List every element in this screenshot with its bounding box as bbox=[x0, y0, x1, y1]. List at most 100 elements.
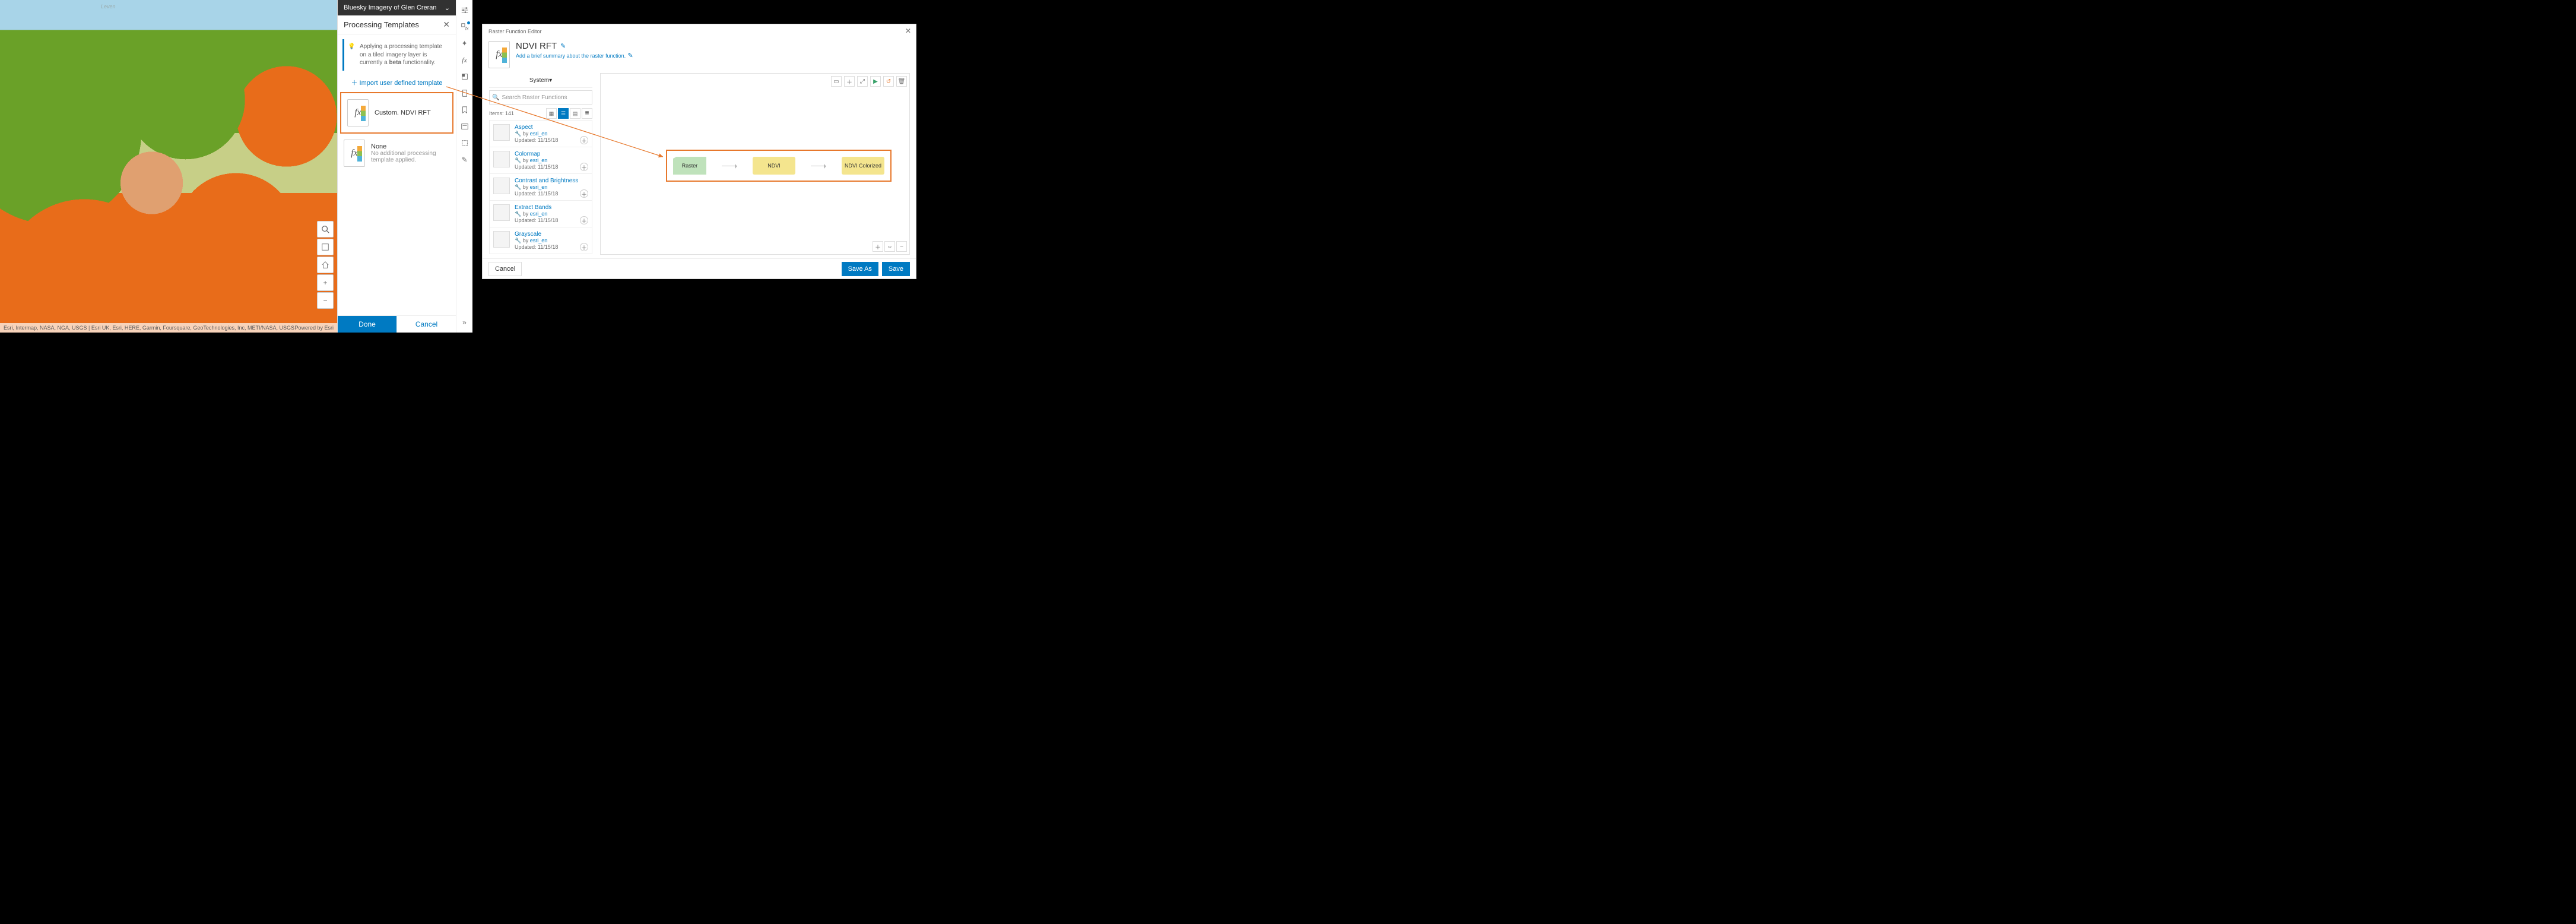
raster-function-editor-window: Raster Function Editor ✕ fx NDVI RFT ✎ A… bbox=[482, 24, 916, 279]
function-card[interactable]: Aspect🔧 by esri_enUpdated: 11/15/18 ＋ bbox=[490, 121, 592, 147]
function-card[interactable]: Grayscale🔧 by esri_enUpdated: 11/15/18＋ bbox=[490, 227, 592, 254]
function-updated: Updated: 11/15/18 bbox=[515, 217, 558, 223]
properties-icon[interactable] bbox=[458, 4, 471, 17]
done-button[interactable]: Done bbox=[338, 316, 396, 333]
editor-subtitle[interactable]: Add a brief summary about the raster fun… bbox=[516, 53, 626, 59]
template-card-custom-ndvi[interactable]: fx Custom. NDVI RFT bbox=[340, 92, 453, 134]
collapse-rail-icon[interactable]: » bbox=[458, 316, 471, 329]
node-ndvi[interactable]: NDVI bbox=[753, 157, 795, 175]
auto-layout-icon[interactable]: ▭ bbox=[831, 76, 842, 87]
add-function-icon[interactable]: ＋ bbox=[580, 243, 588, 251]
bookmark-icon[interactable] bbox=[458, 103, 471, 116]
fx-icon[interactable]: fx bbox=[458, 53, 471, 67]
function-updated: Updated: 11/15/18 bbox=[515, 191, 578, 197]
save-button[interactable]: Save bbox=[882, 262, 910, 276]
sparkle-icon[interactable]: ✦ bbox=[458, 37, 471, 50]
map-viewer-pane: Leven + − Esri, Intermap, NASA, NGA, USG… bbox=[0, 0, 472, 333]
add-node-icon[interactable]: ＋ bbox=[844, 76, 855, 87]
fit-icon[interactable]: ⤢ bbox=[857, 76, 868, 87]
map-basemap-button[interactable] bbox=[317, 239, 334, 255]
map-attribution: Esri, Intermap, NASA, NGA, USGS | Esri U… bbox=[4, 325, 294, 331]
function-card[interactable]: Extract Bands🔧 by esri_enUpdated: 11/15/… bbox=[490, 201, 592, 227]
function-author: 🔧 by esri_en bbox=[515, 238, 558, 244]
function-chain-canvas[interactable]: ▭ ＋ ⤢ ▶ ↺ 🗑 Raster NDVI NDVI Colorized bbox=[600, 73, 910, 255]
function-list-panel: System ▾ 🔍 Search Raster Functions Items… bbox=[488, 73, 593, 255]
map-powered-by: Powered by Esri bbox=[294, 325, 334, 331]
fx-template-icon: fx bbox=[488, 41, 510, 68]
template-label: Custom. NDVI RFT bbox=[375, 109, 431, 116]
function-thumb bbox=[493, 231, 510, 248]
function-thumb bbox=[493, 124, 510, 141]
function-updated: Updated: 11/15/18 bbox=[515, 164, 558, 170]
right-tool-rail: fx ✦ fx ✎ » bbox=[456, 0, 472, 333]
search-input[interactable]: 🔍 Search Raster Functions bbox=[489, 90, 592, 105]
function-name: Aspect bbox=[515, 124, 558, 131]
function-list[interactable]: Aspect🔧 by esri_enUpdated: 11/15/18＋Colo… bbox=[489, 120, 592, 254]
view-grid-icon[interactable]: ▤ bbox=[570, 108, 580, 119]
canvas-pan-icon[interactable]: ⇔ bbox=[884, 241, 895, 252]
function-name: Grayscale bbox=[515, 231, 558, 238]
delete-icon[interactable]: 🗑 bbox=[896, 76, 907, 87]
function-thumb bbox=[493, 178, 510, 194]
effects-icon[interactable] bbox=[458, 87, 471, 100]
layer-title: Bluesky Imagery of Glen Creran bbox=[344, 4, 437, 11]
function-name: Extract Bands bbox=[515, 204, 558, 211]
function-card[interactable]: Contrast and Brightness🔧 by esri_enUpdat… bbox=[490, 174, 592, 201]
function-name: Contrast and Brightness bbox=[515, 178, 578, 184]
map-place-label: Leven bbox=[101, 4, 116, 10]
node-raster[interactable]: Raster bbox=[673, 157, 706, 175]
fx-template-icon: fx bbox=[347, 99, 369, 126]
close-icon[interactable]: ✕ bbox=[905, 27, 911, 35]
item-count: Items: 141 bbox=[489, 110, 514, 116]
import-template-link[interactable]: ＋ Import user defined template bbox=[338, 75, 456, 92]
fx-template-icon: fx bbox=[344, 140, 365, 167]
function-updated: Updated: 11/15/18 bbox=[515, 137, 558, 143]
edit-title-icon[interactable]: ✎ bbox=[560, 42, 566, 50]
canvas-zoom-out-icon[interactable]: − bbox=[896, 241, 907, 252]
editor-title: NDVI RFT bbox=[516, 41, 557, 51]
caret-down-icon: ▾ bbox=[549, 77, 552, 84]
filter-fx-icon[interactable]: fx bbox=[458, 20, 471, 33]
validate-icon[interactable]: ▶ bbox=[870, 76, 881, 87]
add-function-icon[interactable]: ＋ bbox=[580, 189, 588, 198]
text-icon[interactable] bbox=[458, 120, 471, 133]
function-card[interactable]: Colormap🔧 by esri_enUpdated: 11/15/18＋ bbox=[490, 147, 592, 174]
canvas-zoom-in-icon[interactable]: ＋ bbox=[873, 241, 883, 252]
view-compact-icon[interactable]: ≣ bbox=[582, 108, 592, 119]
template-sublabel: No additional processing template applie… bbox=[371, 150, 442, 163]
plus-icon: ＋ bbox=[351, 80, 357, 87]
template-card-none[interactable]: fx None No additional processing templat… bbox=[338, 134, 456, 173]
layer-header[interactable]: Bluesky Imagery of Glen Creran ⌄ bbox=[338, 0, 456, 15]
close-icon[interactable]: ✕ bbox=[443, 20, 450, 30]
map-zoom-in-button[interactable]: + bbox=[317, 274, 334, 291]
reset-icon[interactable]: ↺ bbox=[883, 76, 894, 87]
chevron-down-icon: ⌄ bbox=[445, 4, 450, 12]
editor-backdrop: Raster Function Editor ✕ fx NDVI RFT ✎ A… bbox=[472, 0, 926, 333]
category-dropdown[interactable]: System ▾ bbox=[489, 74, 592, 88]
svg-text:fx: fx bbox=[465, 27, 468, 31]
add-function-icon[interactable]: ＋ bbox=[580, 163, 588, 171]
node-ndvi-colorized[interactable]: NDVI Colorized bbox=[842, 157, 884, 175]
template-label: None bbox=[371, 143, 442, 150]
map-canvas[interactable]: Leven + − Esri, Intermap, NASA, NGA, USG… bbox=[0, 0, 337, 333]
panel-title: Processing Templates bbox=[344, 20, 419, 29]
map-home-button[interactable] bbox=[317, 257, 334, 273]
function-author: 🔧 by esri_en bbox=[515, 131, 558, 137]
pencil-icon[interactable]: ✎ bbox=[458, 153, 471, 166]
map-zoom-out-button[interactable]: − bbox=[317, 292, 334, 309]
map-search-button[interactable] bbox=[317, 221, 334, 238]
editor-window-label: Raster Function Editor bbox=[488, 29, 542, 34]
view-card-icon[interactable]: ▦ bbox=[546, 108, 557, 119]
swatch-icon[interactable] bbox=[458, 70, 471, 83]
add-function-icon[interactable]: ＋ bbox=[580, 136, 588, 144]
lightbulb-icon: 💡 bbox=[348, 43, 355, 51]
select-icon[interactable] bbox=[458, 137, 471, 150]
save-as-button[interactable]: Save As bbox=[842, 262, 878, 276]
function-thumb bbox=[493, 151, 510, 167]
view-list-icon[interactable]: ☰ bbox=[558, 108, 569, 119]
editor-cancel-button[interactable]: Cancel bbox=[488, 262, 522, 276]
cancel-button[interactable]: Cancel bbox=[396, 316, 456, 333]
function-author: 🔧 by esri_en bbox=[515, 157, 558, 164]
edit-summary-icon[interactable]: ✎ bbox=[627, 52, 633, 59]
add-function-icon[interactable]: ＋ bbox=[580, 216, 588, 224]
